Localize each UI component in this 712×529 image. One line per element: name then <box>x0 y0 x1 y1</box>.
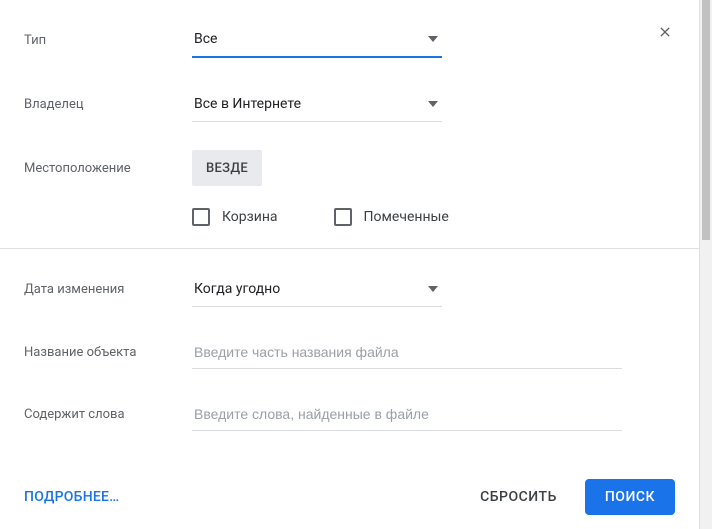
location-chip-text: ВЕЗДЕ <box>206 161 248 176</box>
search-button[interactable]: ПОИСК <box>585 479 675 515</box>
dropdown-arrow-icon <box>428 286 438 292</box>
location-chip-everywhere[interactable]: ВЕЗДЕ <box>192 150 262 186</box>
select-type-value: Все <box>194 31 217 47</box>
field-name <box>192 335 622 369</box>
select-owner-value: Все в Интернете <box>194 96 301 112</box>
search-button-label: ПОИСК <box>605 489 655 505</box>
checkbox-box-icon <box>334 208 352 226</box>
label-type: Тип <box>24 33 192 48</box>
row-checkboxes: Корзина Помеченные <box>0 200 699 248</box>
row-name: Название объекта <box>0 321 699 383</box>
label-words: Содержит слова <box>24 407 192 422</box>
row-modified: Дата изменения Когда угодно <box>0 249 699 321</box>
checkbox-starred-label: Помеченные <box>364 209 449 225</box>
row-words: Содержит слова <box>0 383 699 445</box>
label-location: Местоположение <box>24 161 192 176</box>
label-owner: Владелец <box>24 97 192 112</box>
select-modified[interactable]: Когда угодно <box>192 271 442 307</box>
field-type: Все <box>192 22 442 58</box>
scrollbar-track[interactable] <box>700 0 712 529</box>
more-link[interactable]: ПОДРОБНЕЕ… <box>24 489 119 505</box>
reset-button[interactable]: СБРОСИТЬ <box>464 489 573 505</box>
input-name[interactable] <box>192 335 622 369</box>
dropdown-arrow-icon <box>428 36 438 42</box>
select-type[interactable]: Все <box>192 22 442 58</box>
search-filter-dialog: Тип Все Владелец Все в Интернете <box>0 0 700 529</box>
field-words <box>192 397 622 431</box>
row-type: Тип Все <box>0 0 699 72</box>
input-words[interactable] <box>192 397 622 431</box>
select-owner[interactable]: Все в Интернете <box>192 86 442 122</box>
dialog-footer: ПОДРОБНЕЕ… СБРОСИТЬ ПОИСК <box>0 465 699 529</box>
close-icon <box>657 24 673 44</box>
checkbox-starred[interactable]: Помеченные <box>334 208 449 226</box>
label-modified: Дата изменения <box>24 282 192 297</box>
field-location: ВЕЗДЕ <box>192 150 442 186</box>
dropdown-arrow-icon <box>428 101 438 107</box>
field-modified: Когда угодно <box>192 271 442 307</box>
row-owner: Владелец Все в Интернете <box>0 72 699 136</box>
checkbox-trash-label: Корзина <box>222 209 278 225</box>
checkbox-trash[interactable]: Корзина <box>192 208 278 226</box>
select-modified-value: Когда угодно <box>194 281 280 297</box>
label-name: Название объекта <box>24 345 192 360</box>
checkbox-box-icon <box>192 208 210 226</box>
row-location: Местоположение ВЕЗДЕ <box>0 136 699 200</box>
scrollbar-thumb[interactable] <box>702 0 710 240</box>
close-button[interactable] <box>653 22 677 46</box>
field-owner: Все в Интернете <box>192 86 442 122</box>
scroll-area: Тип Все Владелец Все в Интернете <box>0 0 699 465</box>
